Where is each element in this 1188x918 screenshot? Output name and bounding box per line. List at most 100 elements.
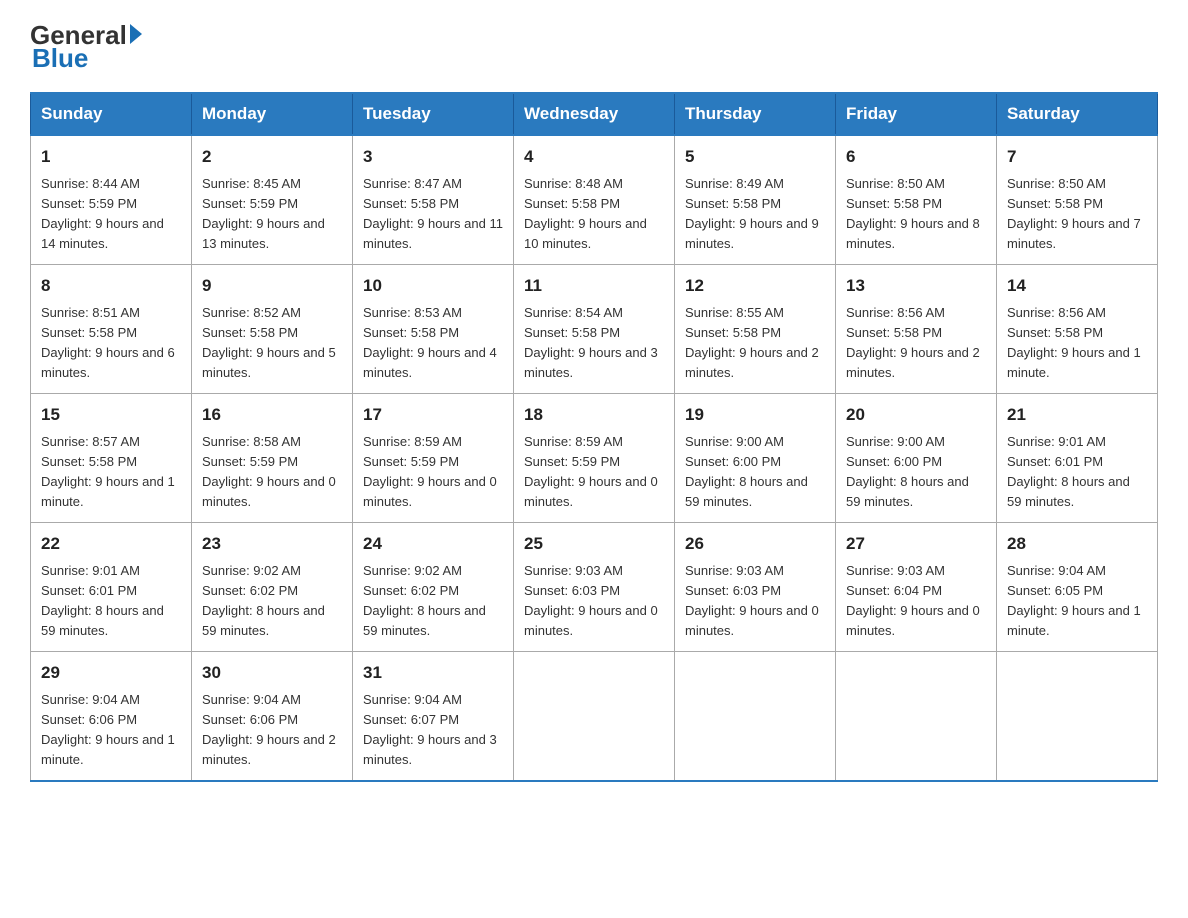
- calendar-header-wednesday: Wednesday: [514, 93, 675, 135]
- day-number: 5: [685, 144, 825, 170]
- page-header: General Blue: [30, 20, 1158, 74]
- calendar-cell: 11 Sunrise: 8:54 AMSunset: 5:58 PMDayligh…: [514, 265, 675, 394]
- logo-triangle-icon: [130, 24, 142, 44]
- day-info: Sunrise: 8:55 AMSunset: 5:58 PMDaylight:…: [685, 303, 825, 384]
- logo-blue: Blue: [30, 43, 88, 74]
- calendar-cell: 22 Sunrise: 9:01 AMSunset: 6:01 PMDayligh…: [31, 523, 192, 652]
- day-number: 3: [363, 144, 503, 170]
- calendar-cell: 6 Sunrise: 8:50 AMSunset: 5:58 PMDaylight…: [836, 135, 997, 265]
- day-number: 27: [846, 531, 986, 557]
- calendar-cell: 23Sunrise: 9:02 AMSunset: 6:02 PMDayligh…: [192, 523, 353, 652]
- calendar-cell: 30Sunrise: 9:04 AMSunset: 6:06 PMDayligh…: [192, 652, 353, 782]
- calendar-cell: 10Sunrise: 8:53 AMSunset: 5:58 PMDayligh…: [353, 265, 514, 394]
- day-info: Sunrise: 9:01 AMSunset: 6:01 PMDaylight:…: [1007, 432, 1147, 513]
- logo: General Blue: [30, 20, 142, 74]
- day-number: 14: [1007, 273, 1147, 299]
- calendar-week-row: 8 Sunrise: 8:51 AMSunset: 5:58 PMDaylight…: [31, 265, 1158, 394]
- day-info: Sunrise: 8:47 AMSunset: 5:58 PMDaylight:…: [363, 174, 503, 255]
- calendar-header-friday: Friday: [836, 93, 997, 135]
- day-number: 21: [1007, 402, 1147, 428]
- day-number: 16: [202, 402, 342, 428]
- calendar-cell: 13 Sunrise: 8:56 AMSunset: 5:58 PMDayligh…: [836, 265, 997, 394]
- calendar-header-tuesday: Tuesday: [353, 93, 514, 135]
- day-info: Sunrise: 8:56 AMSunset: 5:58 PMDaylight:…: [1007, 303, 1147, 384]
- day-info: Sunrise: 9:04 AMSunset: 6:05 PMDaylight:…: [1007, 561, 1147, 642]
- calendar-cell: 19Sunrise: 9:00 AMSunset: 6:00 PMDayligh…: [675, 394, 836, 523]
- day-number: 10: [363, 273, 503, 299]
- day-number: 22: [41, 531, 181, 557]
- day-number: 4: [524, 144, 664, 170]
- day-number: 26: [685, 531, 825, 557]
- day-number: 15: [41, 402, 181, 428]
- day-number: 6: [846, 144, 986, 170]
- calendar-cell: 17Sunrise: 8:59 AMSunset: 5:59 PMDayligh…: [353, 394, 514, 523]
- day-info: Sunrise: 8:52 AMSunset: 5:58 PMDaylight:…: [202, 303, 342, 384]
- day-info: Sunrise: 9:03 AMSunset: 6:03 PMDaylight:…: [524, 561, 664, 642]
- calendar-cell: 28 Sunrise: 9:04 AMSunset: 6:05 PMDayligh…: [997, 523, 1158, 652]
- day-info: Sunrise: 8:59 AMSunset: 5:59 PMDaylight:…: [524, 432, 664, 513]
- calendar-cell: 31 Sunrise: 9:04 AMSunset: 6:07 PMDayligh…: [353, 652, 514, 782]
- day-number: 17: [363, 402, 503, 428]
- day-info: Sunrise: 8:49 AMSunset: 5:58 PMDaylight:…: [685, 174, 825, 255]
- calendar-cell: [836, 652, 997, 782]
- day-number: 2: [202, 144, 342, 170]
- day-info: Sunrise: 8:45 AMSunset: 5:59 PMDaylight:…: [202, 174, 342, 255]
- calendar-cell: [997, 652, 1158, 782]
- calendar-cell: 25 Sunrise: 9:03 AMSunset: 6:03 PMDayligh…: [514, 523, 675, 652]
- day-info: Sunrise: 9:01 AMSunset: 6:01 PMDaylight:…: [41, 561, 181, 642]
- day-info: Sunrise: 8:50 AMSunset: 5:58 PMDaylight:…: [1007, 174, 1147, 255]
- day-info: Sunrise: 8:54 AMSunset: 5:58 PMDaylight:…: [524, 303, 664, 384]
- calendar-cell: 14 Sunrise: 8:56 AMSunset: 5:58 PMDayligh…: [997, 265, 1158, 394]
- day-info: Sunrise: 9:02 AMSunset: 6:02 PMDaylight:…: [202, 561, 342, 642]
- day-number: 18: [524, 402, 664, 428]
- day-number: 24: [363, 531, 503, 557]
- day-info: Sunrise: 9:03 AMSunset: 6:04 PMDaylight:…: [846, 561, 986, 642]
- calendar-table: SundayMondayTuesdayWednesdayThursdayFrid…: [30, 92, 1158, 782]
- calendar-week-row: 15 Sunrise: 8:57 AMSunset: 5:58 PMDayligh…: [31, 394, 1158, 523]
- calendar-week-row: 1 Sunrise: 8:44 AMSunset: 5:59 PMDaylight…: [31, 135, 1158, 265]
- day-info: Sunrise: 9:00 AMSunset: 6:00 PMDaylight:…: [846, 432, 986, 513]
- calendar-header-monday: Monday: [192, 93, 353, 135]
- calendar-cell: 29 Sunrise: 9:04 AMSunset: 6:06 PMDayligh…: [31, 652, 192, 782]
- calendar-cell: 12 Sunrise: 8:55 AMSunset: 5:58 PMDayligh…: [675, 265, 836, 394]
- day-number: 29: [41, 660, 181, 686]
- calendar-cell: 9 Sunrise: 8:52 AMSunset: 5:58 PMDaylight…: [192, 265, 353, 394]
- day-info: Sunrise: 9:03 AMSunset: 6:03 PMDaylight:…: [685, 561, 825, 642]
- day-number: 25: [524, 531, 664, 557]
- calendar-week-row: 29 Sunrise: 9:04 AMSunset: 6:06 PMDayligh…: [31, 652, 1158, 782]
- calendar-cell: [675, 652, 836, 782]
- day-info: Sunrise: 8:44 AMSunset: 5:59 PMDaylight:…: [41, 174, 181, 255]
- calendar-cell: 27 Sunrise: 9:03 AMSunset: 6:04 PMDayligh…: [836, 523, 997, 652]
- day-info: Sunrise: 8:50 AMSunset: 5:58 PMDaylight:…: [846, 174, 986, 255]
- day-number: 13: [846, 273, 986, 299]
- calendar-cell: 3 Sunrise: 8:47 AMSunset: 5:58 PMDaylight…: [353, 135, 514, 265]
- day-info: Sunrise: 9:04 AMSunset: 6:06 PMDaylight:…: [202, 690, 342, 771]
- calendar-cell: 2 Sunrise: 8:45 AMSunset: 5:59 PMDaylight…: [192, 135, 353, 265]
- calendar-cell: 1 Sunrise: 8:44 AMSunset: 5:59 PMDaylight…: [31, 135, 192, 265]
- day-number: 20: [846, 402, 986, 428]
- day-number: 11: [524, 273, 664, 299]
- day-number: 31: [363, 660, 503, 686]
- day-info: Sunrise: 9:04 AMSunset: 6:07 PMDaylight:…: [363, 690, 503, 771]
- day-number: 8: [41, 273, 181, 299]
- calendar-cell: 26 Sunrise: 9:03 AMSunset: 6:03 PMDayligh…: [675, 523, 836, 652]
- calendar-cell: 16Sunrise: 8:58 AMSunset: 5:59 PMDayligh…: [192, 394, 353, 523]
- day-number: 19: [685, 402, 825, 428]
- day-info: Sunrise: 8:56 AMSunset: 5:58 PMDaylight:…: [846, 303, 986, 384]
- day-info: Sunrise: 8:48 AMSunset: 5:58 PMDaylight:…: [524, 174, 664, 255]
- calendar-header-row: SundayMondayTuesdayWednesdayThursdayFrid…: [31, 93, 1158, 135]
- day-number: 9: [202, 273, 342, 299]
- calendar-header-sunday: Sunday: [31, 93, 192, 135]
- day-info: Sunrise: 8:51 AMSunset: 5:58 PMDaylight:…: [41, 303, 181, 384]
- day-number: 7: [1007, 144, 1147, 170]
- calendar-week-row: 22 Sunrise: 9:01 AMSunset: 6:01 PMDayligh…: [31, 523, 1158, 652]
- calendar-cell: 18 Sunrise: 8:59 AMSunset: 5:59 PMDayligh…: [514, 394, 675, 523]
- calendar-header-saturday: Saturday: [997, 93, 1158, 135]
- day-number: 1: [41, 144, 181, 170]
- day-number: 28: [1007, 531, 1147, 557]
- day-info: Sunrise: 9:02 AMSunset: 6:02 PMDaylight:…: [363, 561, 503, 642]
- day-info: Sunrise: 9:04 AMSunset: 6:06 PMDaylight:…: [41, 690, 181, 771]
- calendar-cell: [514, 652, 675, 782]
- day-number: 12: [685, 273, 825, 299]
- day-info: Sunrise: 8:57 AMSunset: 5:58 PMDaylight:…: [41, 432, 181, 513]
